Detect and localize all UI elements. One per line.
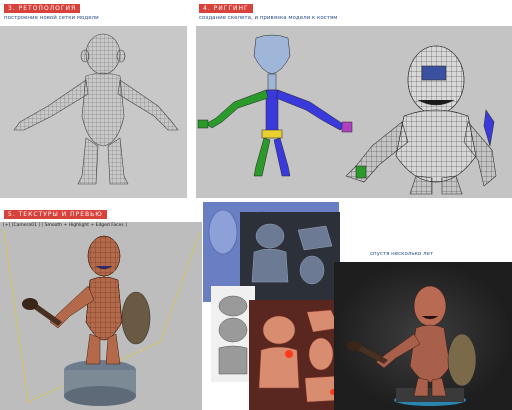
skeleton-rig xyxy=(197,34,353,177)
section-subtitle-rigging: создание скелета, и привязка модели к ко… xyxy=(199,15,338,21)
rigged-character xyxy=(345,45,497,195)
render-panel xyxy=(334,262,512,410)
specular-map-image xyxy=(251,223,333,285)
retopology-panel xyxy=(0,26,187,198)
wireframe-character-image xyxy=(13,33,179,185)
rigging-panel xyxy=(196,26,512,198)
section-heading-rigging: 4. РИГГИНГ xyxy=(199,4,253,13)
section-subtitle-retopology: построение новой сетки модели xyxy=(4,15,99,21)
viewport-panel xyxy=(0,222,202,410)
viewport-label: [+] [Camera01 ] [ Smooth + Highlight + E… xyxy=(3,223,127,228)
uv-map-spec xyxy=(240,212,340,308)
section-heading-textures: 5. ТЕКСТУРЫ И ПРЕВЬЮ xyxy=(4,210,107,219)
rendered-character-image xyxy=(334,262,512,410)
section-heading-retopology: 3. РЕТОПОЛОГИЯ xyxy=(4,4,81,13)
textured-character-image xyxy=(3,229,201,406)
rig-caption: спустя несколько лет xyxy=(370,251,434,257)
rig-scene-image xyxy=(197,34,497,195)
